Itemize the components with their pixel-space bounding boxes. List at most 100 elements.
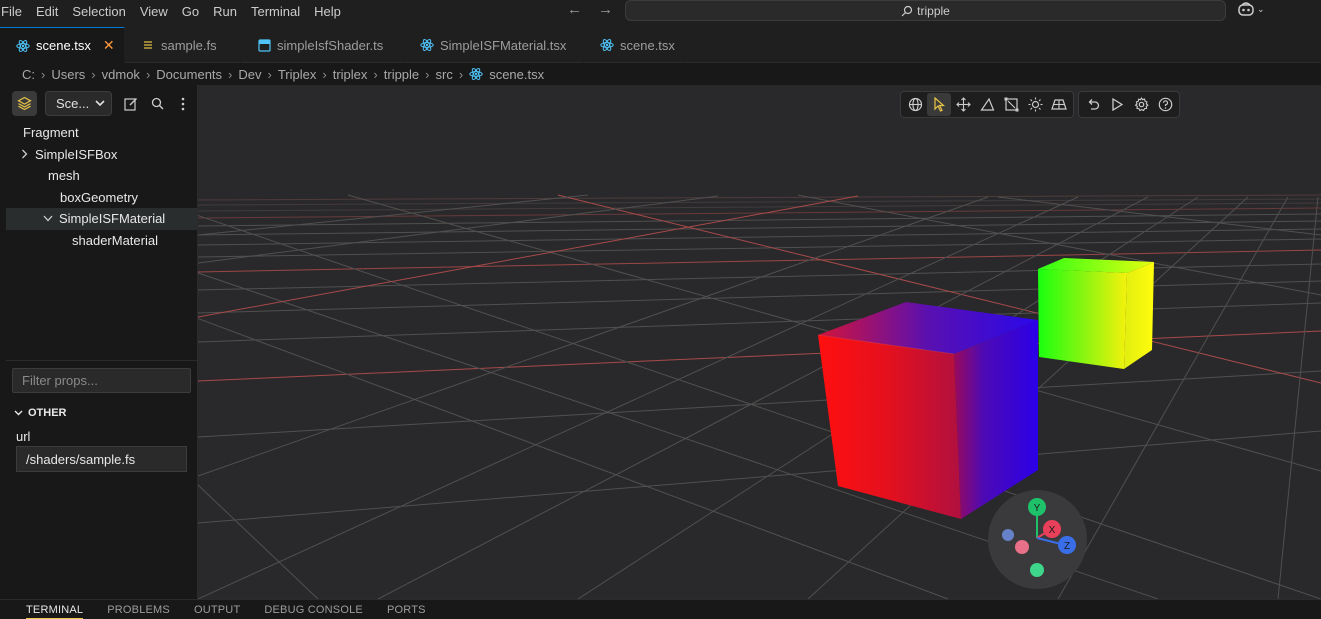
world-space-button[interactable] (903, 93, 927, 116)
breadcrumb-item[interactable]: Dev (238, 67, 261, 82)
axis-neg-x-handle[interactable] (1002, 529, 1014, 541)
copilot-menu[interactable]: ⌄ (1237, 1, 1265, 17)
menu-view[interactable]: View (133, 2, 175, 21)
chevron-right-icon: › (267, 66, 272, 82)
tree-item-mesh[interactable]: mesh (6, 165, 197, 187)
scene-panel: Sce... Fragment SimpleISFBox mesh boxGeo… (0, 85, 198, 599)
tab-simpleisfmaterial-tsx[interactable]: SimpleISFMaterial.tsx (404, 27, 584, 63)
props-section-header[interactable]: OTHER (14, 407, 67, 419)
perspective-grid-icon (1051, 99, 1067, 110)
scene-viewport[interactable]: Y X Z (198, 85, 1321, 599)
green-cube (1038, 258, 1154, 369)
tree-item-simpleisfbox[interactable]: SimpleISFBox (6, 144, 197, 166)
tab-output[interactable]: OUTPUT (194, 604, 240, 619)
tree-item-shadermaterial[interactable]: shaderMaterial (6, 230, 197, 252)
tab-label: SimpleISFMaterial.tsx (440, 37, 567, 53)
menu-file[interactable]: File (0, 2, 29, 21)
chevron-down-icon: ⌄ (1257, 3, 1265, 14)
close-icon[interactable]: ✕ (103, 37, 115, 54)
back-arrow-icon[interactable]: ← (567, 1, 582, 18)
bottom-panel-tabs: TERMINAL PROBLEMS OUTPUT DEBUG CONSOLE P… (0, 599, 1321, 619)
forward-arrow-icon[interactable]: → (598, 1, 613, 18)
play-button[interactable] (1105, 93, 1129, 116)
tree-item-simpleisfmaterial[interactable]: SimpleISFMaterial (6, 208, 197, 230)
chevron-right-icon: › (322, 66, 327, 82)
tab-ports[interactable]: PORTS (387, 604, 426, 619)
angle-icon (979, 97, 994, 111)
search-button[interactable] (148, 95, 166, 113)
tab-problems[interactable]: PROBLEMS (107, 604, 170, 619)
move-icon (955, 97, 971, 112)
tree-item-boxgeometry[interactable]: boxGeometry (6, 187, 197, 209)
chevron-right-icon: › (91, 66, 96, 82)
scene-panel-toolbar: Sce... (12, 91, 192, 116)
layers-icon (17, 96, 32, 111)
tab-scene-tsx[interactable]: scene.tsx ✕ (0, 27, 125, 63)
layers-button[interactable] (12, 91, 37, 116)
breadcrumb-item[interactable]: vdmok (102, 67, 140, 82)
react-icon (469, 67, 483, 81)
lighting-button[interactable] (1023, 93, 1047, 116)
axis-gizmo[interactable]: Y X Z (988, 490, 1087, 589)
chevron-right-icon: › (41, 66, 46, 82)
reset-button[interactable] (1081, 93, 1105, 116)
breadcrumb-item[interactable]: triplex (333, 67, 368, 82)
cursor-icon (933, 97, 945, 112)
lines-icon (141, 38, 155, 52)
tab-sample-fs[interactable]: sample.fs (125, 27, 241, 63)
command-center-search[interactable]: tripple (625, 0, 1226, 21)
axis-neg-y-handle[interactable] (1030, 563, 1044, 577)
globe-icon (908, 97, 922, 112)
tree-item-fragment[interactable]: Fragment (6, 122, 197, 144)
help-button[interactable] (1153, 93, 1177, 116)
action-group (1078, 91, 1180, 118)
settings-button[interactable] (1129, 93, 1153, 116)
tab-debug-console[interactable]: DEBUG CONSOLE (264, 604, 363, 619)
viewport-toolbar (900, 91, 1180, 118)
scene-select[interactable]: Sce... (45, 91, 112, 116)
tab-simpleisfshader-ts[interactable]: simpleIsfShader.ts (241, 27, 404, 63)
breadcrumb-item[interactable]: Users (51, 67, 85, 82)
tab-scene-tsx-2[interactable]: scene.tsx (584, 27, 684, 63)
breadcrumb-item[interactable]: Documents (156, 67, 222, 82)
menu-edit[interactable]: Edit (29, 2, 65, 21)
axis-neg-z-handle[interactable] (1015, 540, 1029, 554)
prop-label-url: url (16, 429, 31, 444)
rotate-tool-button[interactable] (975, 93, 999, 116)
translate-tool-button[interactable] (951, 93, 975, 116)
camera-button[interactable] (1047, 93, 1071, 116)
axis-z-label: Z (1064, 541, 1070, 552)
filter-props-input[interactable] (12, 368, 191, 393)
menu-run[interactable]: Run (206, 2, 244, 21)
edit-button[interactable] (122, 95, 140, 113)
scene-canvas[interactable] (198, 85, 1321, 599)
chevron-down-icon[interactable] (42, 215, 54, 222)
menu-help[interactable]: Help (307, 2, 348, 21)
chevron-right-icon: › (228, 66, 233, 82)
breadcrumb-item[interactable]: Triplex (278, 67, 317, 82)
menu-selection[interactable]: Selection (65, 2, 132, 21)
more-actions-button[interactable] (174, 95, 192, 113)
breadcrumb-item[interactable]: tripple (384, 67, 419, 82)
search-text: tripple (917, 3, 950, 18)
select-tool-button[interactable] (927, 93, 951, 116)
chevron-right-icon[interactable] (18, 149, 30, 159)
tree-item-label: mesh (48, 168, 80, 184)
section-title: OTHER (28, 407, 67, 419)
scale-tool-button[interactable] (999, 93, 1023, 116)
breadcrumb-item[interactable]: src (436, 67, 453, 82)
chevron-right-icon: › (373, 66, 378, 82)
breadcrumb-item[interactable]: scene.tsx (489, 67, 544, 82)
ts-file-icon (257, 38, 271, 52)
gear-icon (1134, 97, 1149, 112)
menu-go[interactable]: Go (175, 2, 206, 21)
search-icon (151, 97, 163, 110)
red-blue-cube (817, 302, 1038, 519)
breadcrumb: C: › Users › vdmok › Documents › Dev › Triple… (0, 63, 1321, 85)
tab-terminal[interactable]: TERMINAL (26, 604, 84, 619)
tool-group (900, 91, 1074, 118)
url-prop-input[interactable] (16, 446, 187, 472)
breadcrumb-item[interactable]: C: (22, 67, 35, 82)
scale-icon (1004, 97, 1018, 112)
menu-terminal[interactable]: Terminal (244, 2, 307, 21)
